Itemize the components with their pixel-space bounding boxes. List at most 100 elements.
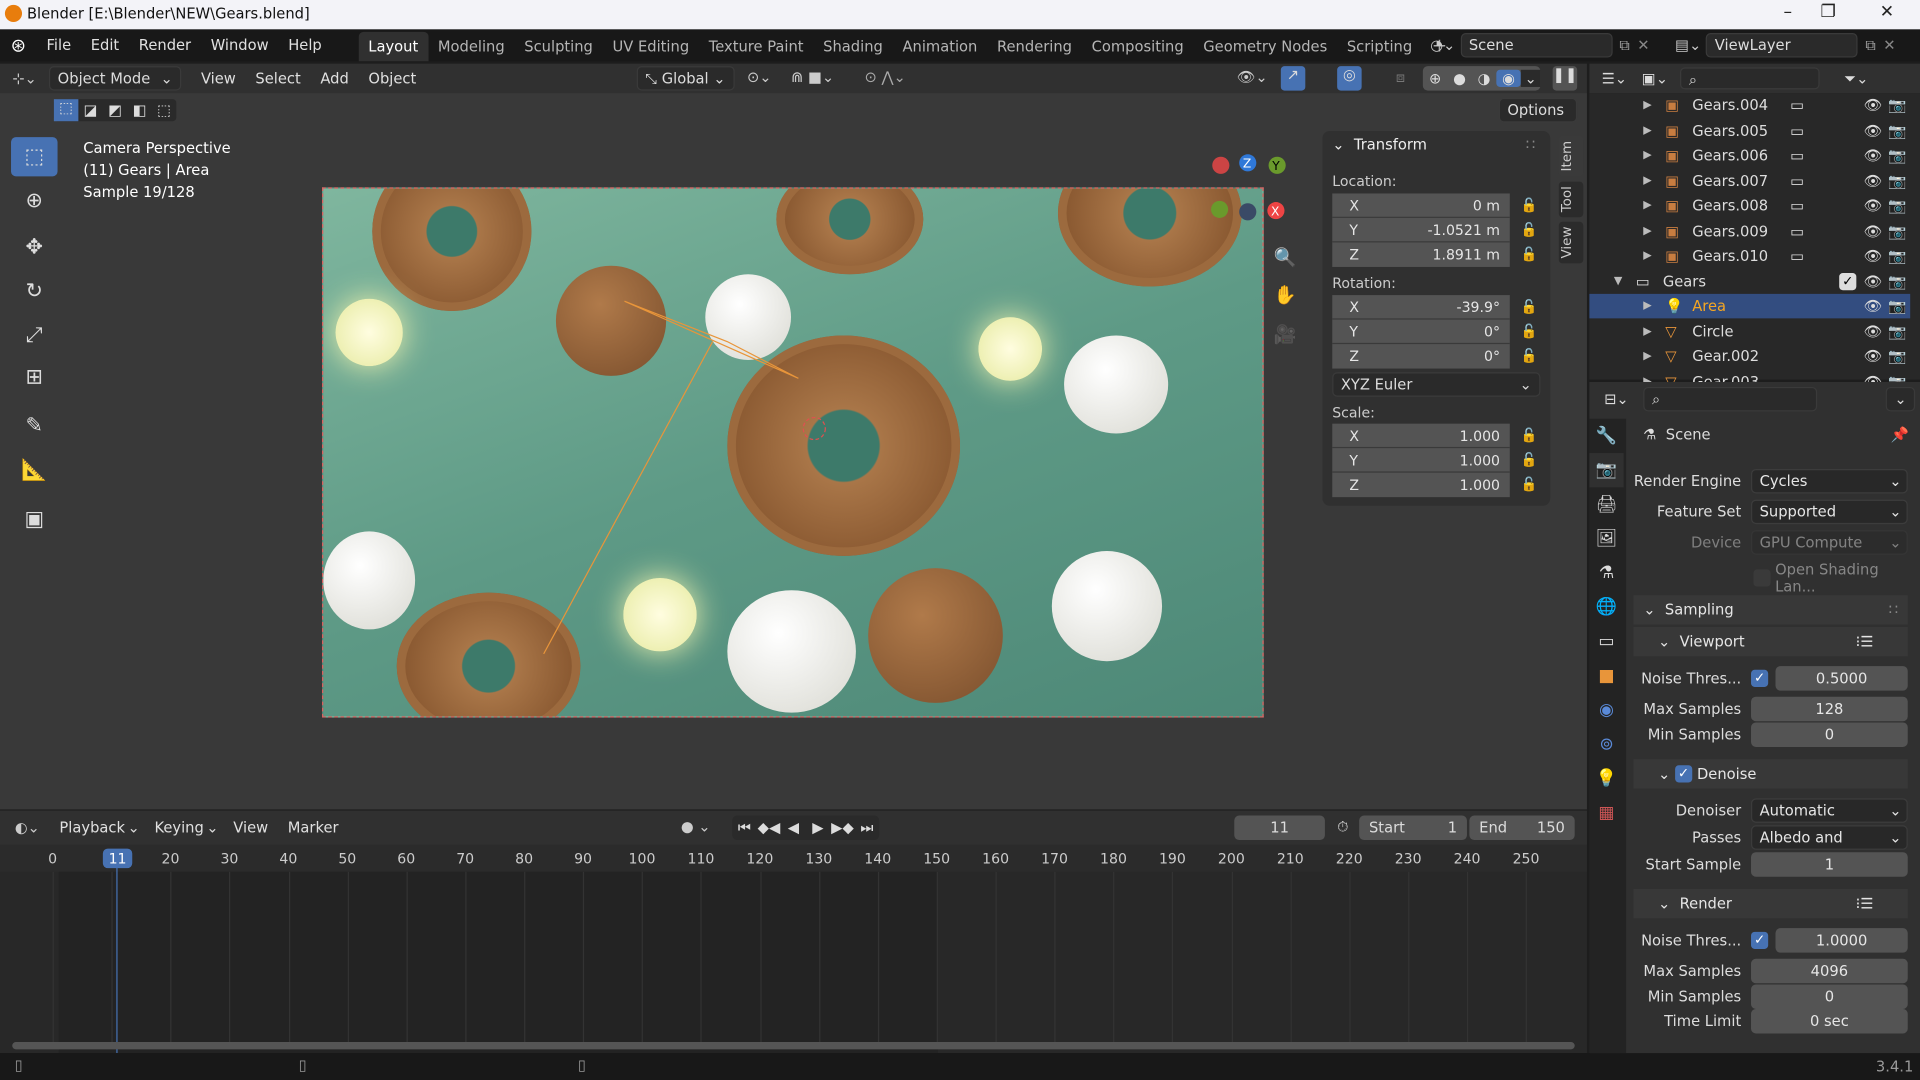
menu-view[interactable]: View (191, 62, 245, 94)
rotation-x-field[interactable]: X -39.9° (1332, 295, 1510, 320)
outliner-row[interactable]: ▶ ▣ Gears.009 ▭ 👁 📷 (1589, 219, 1910, 243)
view-layer-field[interactable]: ViewLayer (1706, 33, 1859, 58)
menu-render[interactable]: Render (129, 29, 201, 61)
min-samples-field[interactable]: 0 (1751, 984, 1908, 1009)
menu-window[interactable]: Window (201, 29, 279, 61)
render-camera-icon[interactable]: 📷 (1888, 222, 1906, 239)
tab-rendering[interactable]: Rendering (987, 32, 1082, 61)
eye-icon[interactable]: 👁 (1864, 222, 1883, 239)
minimize-button[interactable]: – (1769, 2, 1806, 22)
object-tab-icon[interactable]: ■ (1589, 659, 1623, 693)
constraints-tab-icon[interactable]: ⊚ (1589, 727, 1623, 761)
tab-compositing[interactable]: Compositing (1082, 32, 1194, 61)
eye-icon[interactable]: 👁 (1864, 172, 1883, 189)
lock-icon[interactable]: 🔓 (1521, 222, 1538, 238)
render-camera-icon[interactable]: 📷 (1888, 122, 1906, 139)
noise-threshold-field[interactable]: 1.0000 (1775, 928, 1908, 953)
physics-tab-icon[interactable]: ◉ (1589, 693, 1623, 727)
scene-name-field[interactable]: Scene (1460, 33, 1613, 58)
tab-animation[interactable]: Animation (893, 32, 988, 61)
play-icon[interactable]: ▶ (806, 819, 830, 836)
expand-arrow-icon[interactable]: ▶ (1643, 124, 1651, 136)
playhead-frame-label[interactable]: 11 (102, 848, 133, 869)
outliner-row[interactable]: ▶ ▽ Circle 👁 📷 (1589, 319, 1910, 343)
menu-add[interactable]: Add (311, 62, 359, 94)
options-chevron-icon[interactable]: ⌄ (1885, 386, 1916, 412)
device-dropdown[interactable]: GPU Compute ⌄ (1751, 530, 1908, 555)
menu-object[interactable]: Object (359, 62, 426, 94)
expand-arrow-icon[interactable]: ▶ (1643, 250, 1651, 262)
world-tab-icon[interactable]: 🌐 (1589, 590, 1623, 624)
next-keyframe-icon[interactable]: ▶◆ (830, 819, 854, 836)
render-camera-icon[interactable]: 📷 (1888, 247, 1906, 264)
maximize-button[interactable]: ❐ (1810, 2, 1847, 22)
pause-render-icon[interactable]: ❚❚ (1552, 66, 1577, 91)
rotation-mode-dropdown[interactable]: XYZ Euler ⌄ (1332, 372, 1541, 397)
lock-icon[interactable]: 🔓 (1521, 197, 1538, 213)
render-camera-icon[interactable]: 📷 (1888, 348, 1906, 365)
tab-scripting[interactable]: Scripting (1337, 32, 1422, 61)
expand-arrow-icon[interactable]: ▶ (1643, 350, 1651, 362)
outliner-row[interactable]: ▶ ▣ Gears.010 ▭ 👁 📷 (1589, 244, 1910, 268)
prev-keyframe-icon[interactable]: ◆◀ (757, 819, 781, 836)
tab-shading[interactable]: Shading (813, 32, 892, 61)
snap-icon[interactable]: ⋒ ■⌄ (791, 69, 834, 86)
outliner-row[interactable]: ▶ ▣ Gears.008 ▭ 👁 📷 (1589, 193, 1910, 217)
pin-icon[interactable]: 📌 (1891, 426, 1909, 443)
eye-icon[interactable]: 👁 (1864, 298, 1883, 315)
viewport-subpanel-header[interactable]: ⌄ Viewport ⁝☰ (1633, 626, 1908, 657)
expand-arrow-icon[interactable]: ▶ (1643, 225, 1651, 237)
zoom-icon[interactable]: 🔍 (1273, 246, 1296, 268)
expand-arrow-icon[interactable]: ▶ (1643, 149, 1651, 161)
render-camera-icon[interactable]: 📷 (1888, 97, 1906, 114)
eye-icon[interactable]: 👁 (1864, 348, 1883, 365)
denoiser-dropdown[interactable]: Automatic ⌄ (1751, 798, 1908, 823)
scale-y-field[interactable]: Y 1.000 (1332, 448, 1510, 473)
rendered-shading-icon[interactable]: ◉ (1496, 69, 1521, 87)
scale-x-field[interactable]: X 1.000 (1332, 423, 1510, 449)
display-mode-icon[interactable]: ▣⌄ (1642, 70, 1668, 87)
rotate-tool-icon[interactable]: ↻ (11, 272, 58, 311)
drag-handle-icon[interactable]: ∷ (1889, 601, 1898, 618)
rotation-z-field[interactable]: Z 0° (1332, 344, 1510, 369)
eye-icon[interactable]: 👁 (1864, 97, 1883, 114)
menu-view[interactable]: View (223, 812, 277, 844)
sidebar-tab-view[interactable]: View (1558, 222, 1584, 264)
select-extend-icon[interactable]: ◪ (78, 102, 102, 119)
sidebar-tab-item[interactable]: Item (1558, 135, 1584, 177)
pivot-icon[interactable]: ⊙⌄ (747, 69, 772, 86)
select-intersect-icon[interactable]: ⬚ (152, 102, 176, 119)
menu-select[interactable]: Select (246, 62, 311, 94)
render-camera-icon[interactable]: 📷 (1888, 172, 1906, 189)
delete-view-layer-icon[interactable]: ✕ (1883, 37, 1895, 54)
location-y-field[interactable]: Y -1.0521 m (1332, 217, 1510, 243)
end-frame-field[interactable]: End 150 (1469, 815, 1575, 841)
cursor-tool-icon[interactable]: ⊕ (11, 181, 58, 220)
render-camera-icon[interactable]: 📷 (1888, 272, 1906, 289)
solid-shading-icon[interactable]: ● (1447, 70, 1471, 87)
min-samples-field[interactable]: 0 (1751, 722, 1908, 747)
menu-playback[interactable]: Playback (50, 812, 135, 844)
eye-icon[interactable]: 👁 (1864, 323, 1883, 340)
playhead[interactable] (116, 849, 118, 1054)
max-samples-field[interactable]: 128 (1751, 696, 1908, 722)
add-cube-tool-icon[interactable]: ▣ (11, 500, 58, 539)
options-dropdown[interactable]: Options ⌄ (1498, 97, 1578, 141)
tab-layout[interactable]: Layout (358, 31, 429, 62)
output-tab-icon[interactable]: 🖨 (1589, 487, 1623, 521)
eye-icon[interactable]: 👁 (1864, 147, 1883, 164)
new-scene-icon[interactable]: ⧉ (1619, 36, 1630, 54)
navigation-gizmo[interactable]: Z Y X (1206, 148, 1292, 221)
menu-edit[interactable]: Edit (81, 29, 129, 61)
close-button[interactable]: ✕ (1869, 2, 1906, 22)
expand-arrow-icon[interactable]: ▶ (1643, 325, 1651, 337)
xray-icon[interactable]: ⧈ (1396, 69, 1405, 87)
passes-dropdown[interactable]: Albedo and Normal⌄ (1751, 825, 1908, 868)
expand-arrow-icon[interactable]: ▶ (1643, 200, 1651, 212)
time-limit-field[interactable]: 0 sec (1751, 1008, 1908, 1034)
visibility-icon[interactable]: 👁⌄ (1237, 69, 1268, 86)
outliner-row[interactable]: ▶ ▣ Gears.004 ▭ 👁 📷 (1589, 93, 1910, 117)
tab-geometry-nodes[interactable]: Geometry Nodes (1193, 32, 1337, 61)
proportional-edit-icon[interactable]: ⊙ ⋀⌄ (864, 69, 905, 86)
outliner-row[interactable]: ▶ ▣ Gears.007 ▭ 👁 📷 (1589, 168, 1910, 192)
